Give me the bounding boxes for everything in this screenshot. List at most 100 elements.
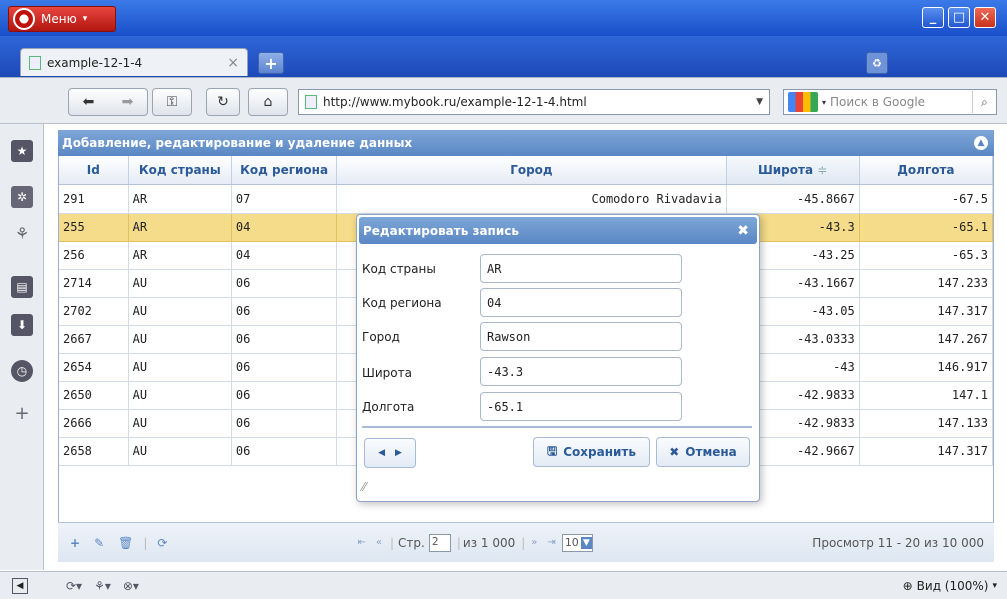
table-cell[interactable]: 147.317 bbox=[859, 437, 994, 466]
table-cell[interactable]: 06 bbox=[231, 297, 338, 326]
table-cell[interactable]: -67.5 bbox=[859, 185, 994, 214]
longitude-field[interactable]: -65.1 bbox=[480, 392, 682, 421]
table-cell[interactable]: 2702 bbox=[59, 297, 129, 326]
column-header-id[interactable]: Id bbox=[59, 156, 129, 185]
table-cell[interactable]: 256 bbox=[59, 241, 129, 270]
search-icon[interactable]: ⌕ bbox=[972, 91, 996, 113]
downloads-icon[interactable]: ⬇ bbox=[11, 314, 33, 336]
table-cell[interactable]: 04 bbox=[231, 213, 338, 242]
zoom-control[interactable]: ⊕ Вид (100%) ▾ bbox=[903, 579, 997, 593]
turbo-icon[interactable]: ⟳▾ bbox=[66, 579, 82, 593]
table-cell[interactable]: 2654 bbox=[59, 353, 129, 382]
address-bar[interactable]: http://www.mybook.ru/example-12-1-4.html… bbox=[298, 89, 770, 115]
bookmarks-icon[interactable]: ★ bbox=[11, 140, 33, 162]
table-cell[interactable]: -45.8667 bbox=[726, 185, 860, 214]
unite-status-icon[interactable]: ⚘▾ bbox=[94, 579, 111, 593]
city-field[interactable]: Rawson bbox=[480, 322, 682, 351]
key-icon[interactable]: ⚿ bbox=[152, 88, 192, 116]
page-size-select[interactable]: 10 ▼ bbox=[561, 533, 593, 552]
table-cell[interactable]: AU bbox=[128, 325, 232, 354]
close-icon[interactable]: ✖ bbox=[737, 223, 749, 239]
table-cell[interactable]: 2714 bbox=[59, 269, 129, 298]
save-button[interactable]: 🖫 Сохранить bbox=[533, 437, 650, 467]
trash-icon[interactable]: ♻ bbox=[866, 52, 888, 74]
add-icon[interactable]: + bbox=[70, 536, 80, 550]
history-icon[interactable]: ◷ bbox=[11, 360, 33, 382]
last-page-icon[interactable]: ⇥ bbox=[547, 537, 555, 548]
refresh-icon[interactable]: ⟳ bbox=[157, 536, 167, 550]
home-icon[interactable]: ⌂ bbox=[248, 88, 288, 116]
dialog-titlebar[interactable]: Редактировать запись ✖ bbox=[359, 217, 757, 244]
table-cell[interactable]: 2658 bbox=[59, 437, 129, 466]
table-cell[interactable]: AR bbox=[128, 185, 232, 214]
delete-icon[interactable]: 🗑 bbox=[118, 536, 133, 550]
table-cell[interactable]: AU bbox=[128, 437, 232, 466]
notes-icon[interactable]: ▤ bbox=[11, 276, 33, 298]
table-cell[interactable]: AU bbox=[128, 409, 232, 438]
table-cell[interactable]: 146.917 bbox=[859, 353, 994, 382]
column-header-region[interactable]: Код региона bbox=[231, 156, 338, 185]
table-cell[interactable]: 04 bbox=[231, 241, 338, 270]
widgets-icon[interactable]: ✲ bbox=[11, 186, 33, 208]
prev-record-icon[interactable]: ◀ bbox=[378, 448, 385, 458]
column-header-city[interactable]: Город bbox=[336, 156, 727, 185]
latitude-field[interactable]: -43.3 bbox=[480, 357, 682, 386]
add-panel-icon[interactable]: + bbox=[11, 402, 33, 424]
close-window-button[interactable]: ✕ bbox=[974, 7, 996, 28]
collapse-icon[interactable]: ▲ bbox=[974, 136, 988, 150]
table-cell[interactable]: 147.133 bbox=[859, 409, 994, 438]
close-tab-icon[interactable]: × bbox=[227, 55, 239, 71]
table-cell[interactable]: 255 bbox=[59, 213, 129, 242]
google-icon[interactable] bbox=[788, 92, 818, 112]
minimize-button[interactable]: _ bbox=[922, 7, 944, 28]
table-cell[interactable]: AU bbox=[128, 381, 232, 410]
column-header-country[interactable]: Код страны bbox=[128, 156, 232, 185]
next-record-icon[interactable]: ▶ bbox=[395, 448, 402, 458]
first-page-icon[interactable]: ⇤ bbox=[357, 537, 365, 548]
table-cell[interactable]: 147.317 bbox=[859, 297, 994, 326]
panel-toggle-icon[interactable]: ◀ bbox=[12, 577, 28, 594]
table-cell[interactable]: 147.267 bbox=[859, 325, 994, 354]
forward-arrow-icon[interactable]: ➡ bbox=[122, 94, 134, 110]
country-code-field[interactable]: AR bbox=[480, 254, 682, 283]
table-cell[interactable]: 06 bbox=[231, 353, 338, 382]
table-cell[interactable]: 2667 bbox=[59, 325, 129, 354]
table-cell[interactable]: AU bbox=[128, 297, 232, 326]
unite-icon[interactable]: ⚘ bbox=[11, 222, 33, 244]
cancel-button[interactable]: ✖ Отмена bbox=[656, 437, 750, 467]
table-cell[interactable]: Comodoro Rivadavia bbox=[336, 185, 727, 214]
next-page-icon[interactable]: » bbox=[531, 537, 537, 548]
page-input[interactable]: 2 bbox=[428, 533, 451, 552]
opera-menu-button[interactable]: Меню ▾ bbox=[8, 6, 116, 32]
table-cell[interactable]: 291 bbox=[59, 185, 129, 214]
search-box[interactable]: ▾ Поиск в Google ⌕ bbox=[783, 89, 997, 115]
table-cell[interactable]: 06 bbox=[231, 325, 338, 354]
table-cell[interactable]: -65.1 bbox=[859, 213, 994, 242]
settings-icon[interactable]: ⊗▾ bbox=[123, 579, 139, 593]
edit-icon[interactable]: ✎ bbox=[94, 536, 104, 550]
table-cell[interactable]: 06 bbox=[231, 409, 338, 438]
new-tab-button[interactable]: + bbox=[258, 52, 284, 74]
table-cell[interactable]: 06 bbox=[231, 269, 338, 298]
table-cell[interactable]: AU bbox=[128, 353, 232, 382]
table-cell[interactable]: AU bbox=[128, 269, 232, 298]
back-arrow-icon[interactable]: ⬅ bbox=[83, 94, 95, 110]
table-cell[interactable]: 2650 bbox=[59, 381, 129, 410]
chevron-down-icon[interactable]: ▼ bbox=[756, 97, 763, 107]
chevron-down-icon[interactable]: ▾ bbox=[822, 98, 826, 107]
table-cell[interactable]: 07 bbox=[231, 185, 338, 214]
table-cell[interactable]: 06 bbox=[231, 437, 338, 466]
table-cell[interactable]: 147.1 bbox=[859, 381, 994, 410]
region-code-field[interactable]: 04 bbox=[480, 288, 682, 317]
table-cell[interactable]: AR bbox=[128, 241, 232, 270]
prev-page-icon[interactable]: « bbox=[376, 537, 382, 548]
table-row[interactable]: 291 AR 07 Comodoro Rivadavia -45.8667 -67.5 bbox=[59, 185, 994, 214]
table-cell[interactable]: -65.3 bbox=[859, 241, 994, 270]
tab-example[interactable]: example-12-1-4 × bbox=[20, 48, 248, 76]
table-cell[interactable]: 06 bbox=[231, 381, 338, 410]
table-cell[interactable]: 147.233 bbox=[859, 269, 994, 298]
table-cell[interactable]: AR bbox=[128, 213, 232, 242]
column-header-latitude[interactable]: Широта ≑ bbox=[726, 156, 860, 185]
maximize-button[interactable]: □ bbox=[948, 7, 970, 28]
resize-handle-icon[interactable]: ⁄⁄ bbox=[362, 480, 366, 494]
